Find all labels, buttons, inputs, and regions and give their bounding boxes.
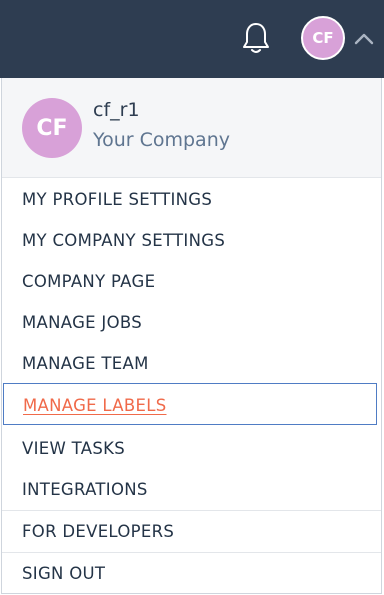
menu-item-my-profile-settings[interactable]: MY PROFILE SETTINGS	[22, 190, 212, 209]
company-name: Your Company	[93, 129, 230, 151]
menu-item-view-tasks[interactable]: VIEW TASKS	[22, 439, 125, 458]
menu-item-sign-out[interactable]: SIGN OUT	[22, 564, 105, 583]
chevron-up-icon[interactable]	[353, 28, 375, 50]
bell-icon[interactable]	[241, 21, 271, 55]
menu-item-manage-team[interactable]: MANAGE TEAM	[22, 354, 149, 373]
menu-item-manage-jobs[interactable]: MANAGE JOBS	[22, 313, 142, 332]
menu-item-integrations[interactable]: INTEGRATIONS	[22, 480, 148, 499]
user-info: CF cf_r1 Your Company	[2, 78, 381, 178]
menu-item-manage-labels[interactable]: MANAGE LABELS	[23, 396, 167, 415]
menu-divider	[2, 510, 381, 511]
top-navigation-bar: CF	[0, 0, 384, 78]
menu-item-company-page[interactable]: COMPANY PAGE	[22, 272, 155, 291]
account-dropdown-menu: CF cf_r1 Your Company MY PROFILE SETTING…	[1, 78, 382, 594]
avatar: CF	[22, 98, 82, 158]
user-avatar-button[interactable]: CF	[301, 16, 345, 60]
menu-divider	[2, 552, 381, 553]
menu-item-for-developers[interactable]: FOR DEVELOPERS	[22, 522, 174, 541]
menu-item-my-company-settings[interactable]: MY COMPANY SETTINGS	[22, 231, 225, 250]
user-name: cf_r1	[93, 99, 140, 121]
